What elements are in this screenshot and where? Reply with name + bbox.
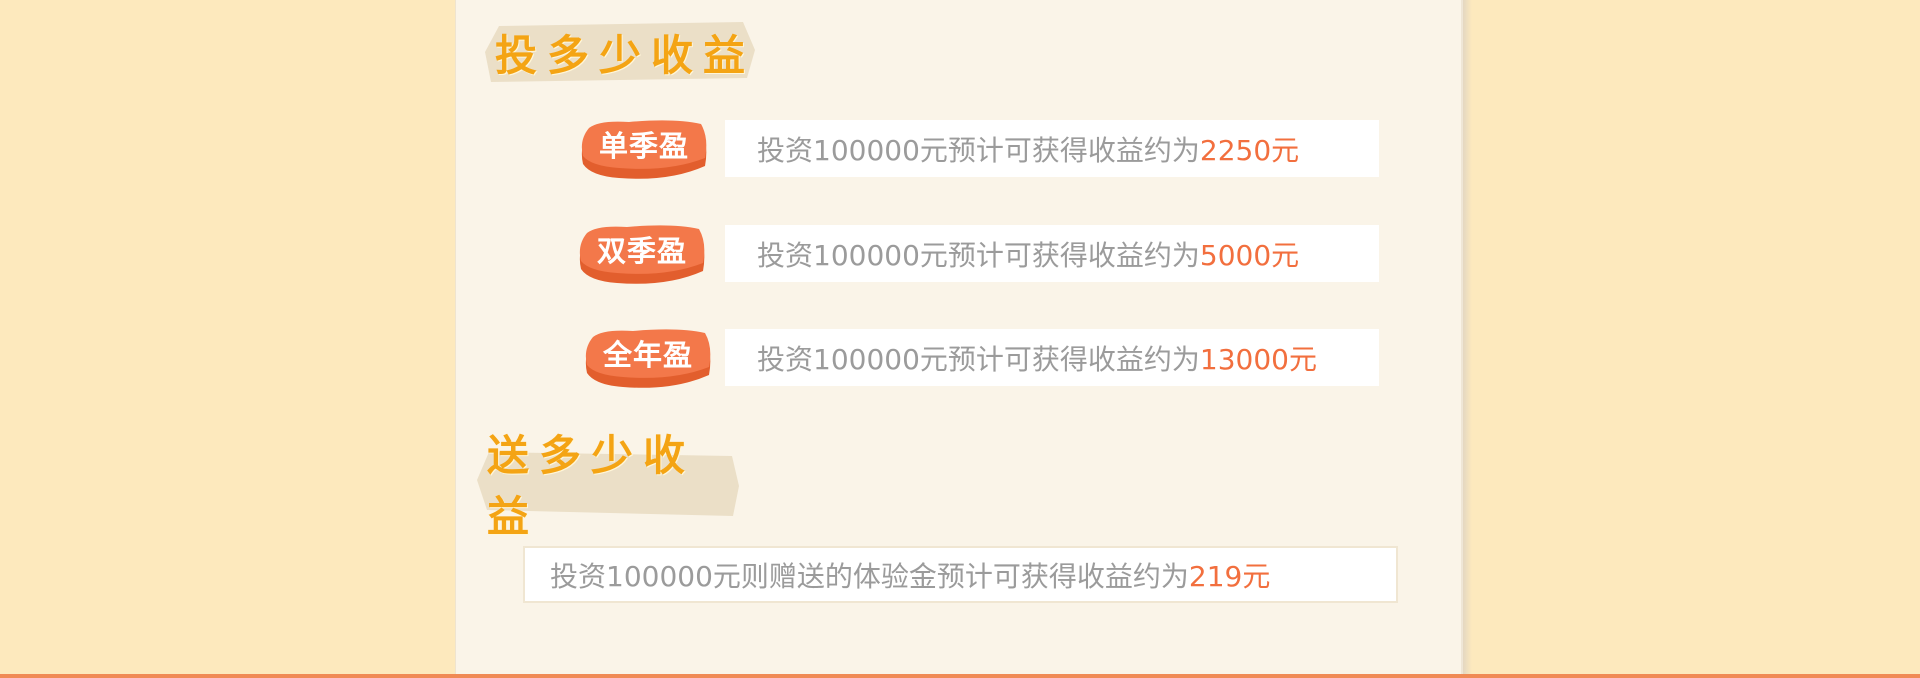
section-title-invest: 投多少收益 — [485, 22, 755, 82]
section-title-text: 投多少收益 — [495, 30, 756, 80]
plan-info-box: 投资100000元预计可获得收益约为 5000元 — [725, 225, 1379, 282]
section-title-text: 送多少收益 — [487, 431, 696, 541]
plan-info-text: 投资100000元预计可获得收益约为 — [757, 133, 1200, 167]
plan-info-box: 投资100000元预计可获得收益约为 13000元 — [725, 329, 1379, 386]
plan-name: 双季盈 — [596, 234, 687, 268]
plan-badge[interactable]: 双季盈 — [577, 225, 707, 289]
plan-row: 全年盈 投资100000元预计可获得收益约为 13000元 — [579, 329, 1379, 399]
bottom-strip — [0, 674, 1920, 678]
gift-info-box: 投资100000元则赠送的体验金预计可获得收益约为 219元 — [523, 546, 1398, 603]
plan-name: 单季盈 — [598, 129, 689, 163]
plan-info-text: 投资100000元预计可获得收益约为 — [757, 342, 1200, 376]
plan-row: 单季盈 投资100000元预计可获得收益约为 2250元 — [579, 120, 1379, 190]
plan-badge[interactable]: 全年盈 — [583, 329, 713, 393]
plan-amount: 5000元 — [1199, 238, 1300, 272]
gift-info-text: 投资100000元则赠送的体验金预计可获得收益约为 — [550, 559, 1189, 593]
plan-name: 全年盈 — [602, 338, 693, 372]
plan-info-text: 投资100000元预计可获得收益约为 — [757, 238, 1200, 272]
section-title-gift: 送多少收益 — [477, 431, 739, 541]
plan-amount: 2250元 — [1199, 133, 1300, 167]
gift-amount: 219元 — [1188, 559, 1271, 593]
plan-amount: 13000元 — [1199, 342, 1317, 376]
plan-info-box: 投资100000元预计可获得收益约为 2250元 — [725, 120, 1379, 177]
plan-row: 双季盈 投资100000元预计可获得收益约为 5000元 — [579, 225, 1379, 295]
plan-badge[interactable]: 单季盈 — [579, 120, 709, 184]
